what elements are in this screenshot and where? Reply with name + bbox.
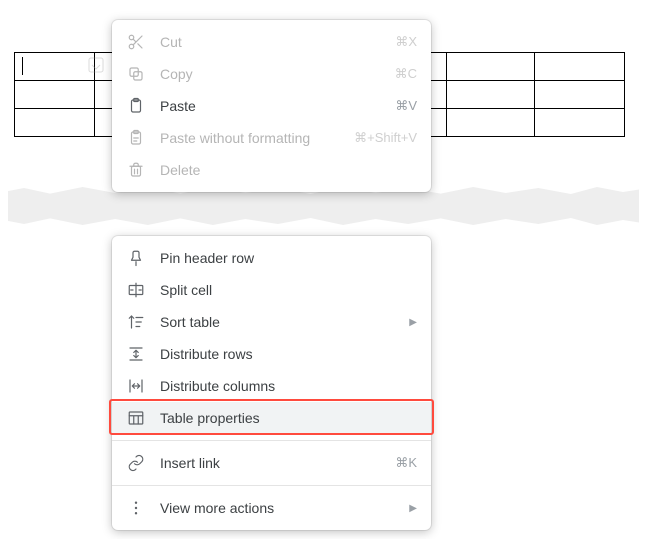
menu-shortcut: ⌘K: [395, 455, 417, 471]
distribute-columns-icon: [126, 376, 146, 396]
menu-label: Insert link: [160, 455, 385, 471]
copy-icon: [126, 64, 146, 84]
menu-separator: [112, 440, 431, 441]
clipboard-icon: [126, 96, 146, 116]
menu-separator: [112, 485, 431, 486]
menu-item-delete[interactable]: Delete: [112, 154, 431, 186]
menu-item-cut[interactable]: Cut ⌘X: [112, 26, 431, 58]
menu-label: Paste without formatting: [160, 130, 344, 146]
submenu-chevron-icon: ▶: [409, 317, 417, 328]
menu-label: Paste: [160, 98, 385, 114]
context-menu-top: Cut ⌘X Copy ⌘C Paste ⌘V Paste without fo…: [112, 20, 431, 192]
menu-label: Pin header row: [160, 250, 417, 266]
menu-label: Table properties: [160, 410, 417, 426]
menu-item-sort-table[interactable]: Sort table ▶: [112, 306, 431, 338]
menu-item-copy[interactable]: Copy ⌘C: [112, 58, 431, 90]
menu-label: Split cell: [160, 282, 417, 298]
menu-label: View more actions: [160, 500, 399, 516]
menu-shortcut: ⌘+Shift+V: [354, 130, 417, 146]
sort-icon: [126, 312, 146, 332]
menu-label: Distribute columns: [160, 378, 417, 394]
menu-label: Sort table: [160, 314, 399, 330]
menu-item-split-cell[interactable]: Split cell: [112, 274, 431, 306]
document-canvas: Cut ⌘X Copy ⌘C Paste ⌘V Paste without fo…: [8, 8, 639, 531]
menu-label: Copy: [160, 66, 385, 82]
torn-paper-gap: [8, 186, 639, 226]
split-cell-icon: [126, 280, 146, 300]
menu-item-table-properties[interactable]: Table properties: [112, 402, 431, 434]
menu-label: Delete: [160, 162, 417, 178]
menu-item-insert-link[interactable]: Insert link ⌘K: [112, 447, 431, 479]
menu-item-distribute-rows[interactable]: Distribute rows: [112, 338, 431, 370]
menu-item-pin-header-row[interactable]: Pin header row: [112, 242, 431, 274]
clipboard-plain-icon: [126, 128, 146, 148]
menu-shortcut: ⌘V: [395, 98, 417, 114]
text-cursor: [22, 57, 23, 75]
menu-label: Cut: [160, 34, 385, 50]
menu-shortcut: ⌘C: [395, 66, 417, 82]
menu-item-distribute-columns[interactable]: Distribute columns: [112, 370, 431, 402]
trash-icon: [126, 160, 146, 180]
context-menu-bottom: Pin header row Split cell Sort table ▶ D…: [112, 236, 431, 530]
menu-item-view-more-actions[interactable]: View more actions ▶: [112, 492, 431, 524]
submenu-chevron-icon: ▶: [409, 503, 417, 514]
menu-shortcut: ⌘X: [395, 34, 417, 50]
menu-item-paste-without-formatting[interactable]: Paste without formatting ⌘+Shift+V: [112, 122, 431, 154]
scissors-icon: [126, 32, 146, 52]
pin-icon: [126, 248, 146, 268]
menu-item-paste[interactable]: Paste ⌘V: [112, 90, 431, 122]
distribute-rows-icon: [126, 344, 146, 364]
table-icon: [126, 408, 146, 428]
more-vertical-icon: [126, 498, 146, 518]
link-icon: [126, 453, 146, 473]
menu-label: Distribute rows: [160, 346, 417, 362]
cell-menu-handle-icon[interactable]: [88, 57, 104, 73]
